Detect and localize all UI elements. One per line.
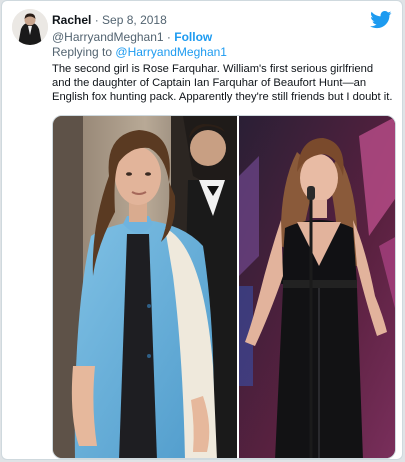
- photo-left-image: [53, 116, 237, 458]
- tweet-date[interactable]: Sep 8, 2018: [102, 13, 167, 27]
- photo-right-image: [239, 116, 395, 458]
- separator-dot: ·: [94, 13, 99, 27]
- replying-to-row: Replying to @HarryandMeghan1: [52, 45, 227, 59]
- replying-prefix: Replying to: [52, 45, 113, 59]
- tweet-text: The second girl is Rose Farquhar. Willia…: [52, 63, 393, 103]
- tweet-card: Rachel · Sep 8, 2018 @HarryandMeghan1 · …: [1, 0, 403, 460]
- follow-button[interactable]: Follow: [174, 30, 212, 44]
- replying-to-link[interactable]: @HarryandMeghan1: [115, 45, 227, 59]
- twitter-bird-icon[interactable]: [370, 11, 392, 29]
- avatar[interactable]: [12, 9, 48, 45]
- avatar-image: [12, 9, 48, 45]
- photo-left[interactable]: [53, 116, 237, 458]
- photo-right[interactable]: [239, 116, 395, 458]
- author-name[interactable]: Rachel: [52, 13, 91, 27]
- handle-row: @HarryandMeghan1 · Follow: [52, 30, 212, 44]
- author-handle[interactable]: @HarryandMeghan1: [52, 30, 164, 44]
- handle-separator: ·: [166, 30, 171, 44]
- tweet-media[interactable]: [52, 115, 396, 459]
- tweet-header: Rachel · Sep 8, 2018: [52, 13, 167, 27]
